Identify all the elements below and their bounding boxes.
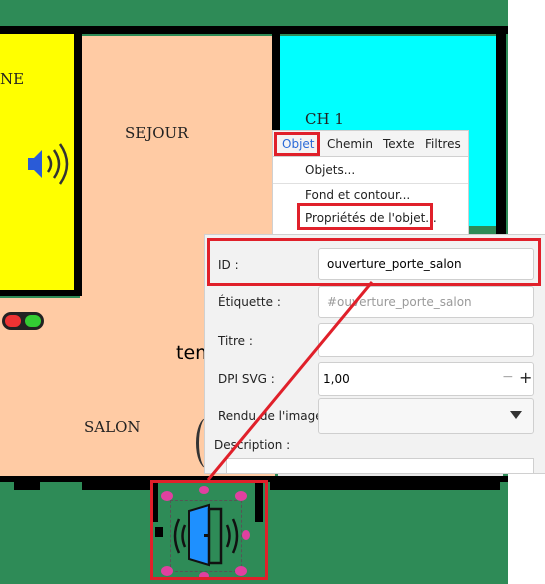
connector-line <box>206 281 374 481</box>
